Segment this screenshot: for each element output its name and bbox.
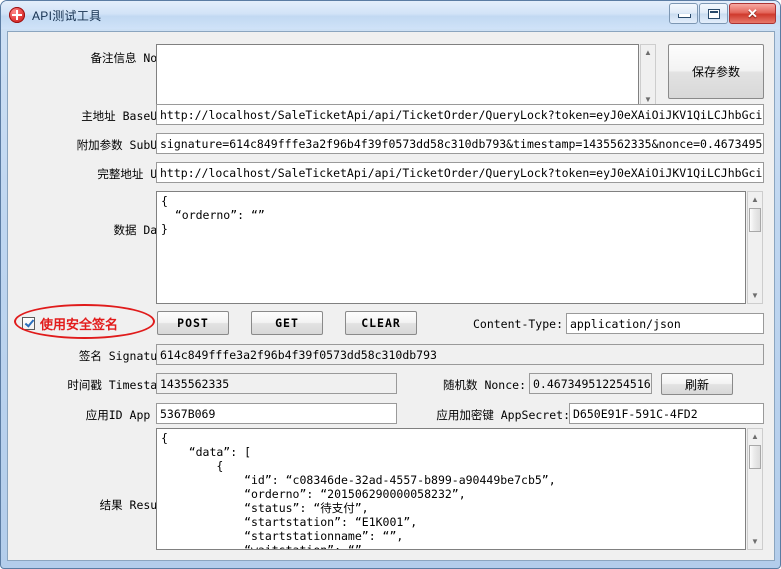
result-output[interactable]: { “data”: [ { “id”: “c08346de-32ad-4557-… [156, 428, 746, 550]
refresh-button[interactable]: 刷新 [661, 373, 733, 395]
scroll-thumb[interactable] [749, 208, 761, 232]
scroll-thumb[interactable] [749, 445, 761, 469]
data-scrollbar[interactable]: ▲ ▼ [747, 191, 763, 304]
content-type-input[interactable]: application/json [566, 313, 764, 334]
close-button[interactable]: ✕ [729, 3, 776, 24]
scroll-down-icon[interactable]: ▼ [748, 288, 762, 303]
full-url-input[interactable]: http://localhost/SaleTicketApi/api/Ticke… [156, 162, 764, 183]
save-params-button[interactable]: 保存参数 [668, 44, 764, 99]
app-window: API测试工具 ✕ 备注信息 Note: ▲ ▼ 保存参数 主地址 BaseUR… [0, 0, 781, 569]
scroll-up-icon[interactable]: ▲ [748, 429, 762, 444]
appsecret-input[interactable]: D650E91F-591C-4FD2 [569, 403, 764, 424]
checkbox-checked-icon[interactable] [22, 317, 35, 330]
nonce-input[interactable]: 0.467349512254516 [529, 373, 652, 394]
scroll-down-icon[interactable]: ▼ [748, 534, 762, 549]
secure-sign-label: 使用安全签名 [40, 318, 119, 333]
close-icon: ✕ [747, 6, 758, 21]
suburl-input[interactable]: signature=614c849fffe3a2f96b4f39f0573dd5… [156, 133, 764, 154]
maximize-button[interactable] [699, 3, 728, 24]
app-plus-icon [9, 7, 25, 23]
timestamp-input[interactable]: 1435562335 [156, 373, 397, 394]
result-scrollbar[interactable]: ▲ ▼ [747, 428, 763, 550]
scroll-up-icon[interactable]: ▲ [641, 45, 655, 60]
post-button[interactable]: POST [157, 311, 229, 335]
minimize-button[interactable] [669, 3, 698, 24]
window-title: API测试工具 [32, 8, 102, 23]
note-scrollbar[interactable]: ▲ ▼ [640, 44, 656, 108]
window-controls: ✕ [669, 3, 776, 24]
baseurl-input[interactable]: http://localhost/SaleTicketApi/api/Ticke… [156, 104, 764, 125]
nonce-label: 随机数 Nonce: [443, 378, 526, 392]
content-type-label: Content-Type: [472, 317, 563, 331]
maximize-icon [708, 9, 720, 19]
minimize-icon [678, 14, 691, 18]
data-input[interactable]: { “orderno”: “” } [156, 191, 746, 304]
note-input[interactable] [156, 44, 639, 108]
secure-sign-checkbox[interactable]: 使用安全签名 [22, 314, 118, 333]
get-button[interactable]: GET [251, 311, 323, 335]
title-bar[interactable]: API测试工具 ✕ [1, 1, 780, 29]
appid-input[interactable]: 5367B069 [156, 403, 397, 424]
signature-input[interactable]: 614c849fffe3a2f96b4f39f0573dd58c310db793 [156, 344, 764, 365]
client-area: 备注信息 Note: ▲ ▼ 保存参数 主地址 BaseURL: http://… [7, 31, 775, 561]
clear-button[interactable]: CLEAR [345, 311, 417, 335]
scroll-up-icon[interactable]: ▲ [748, 192, 762, 207]
appsecret-label: 应用加密键 AppSecret: [436, 408, 570, 422]
